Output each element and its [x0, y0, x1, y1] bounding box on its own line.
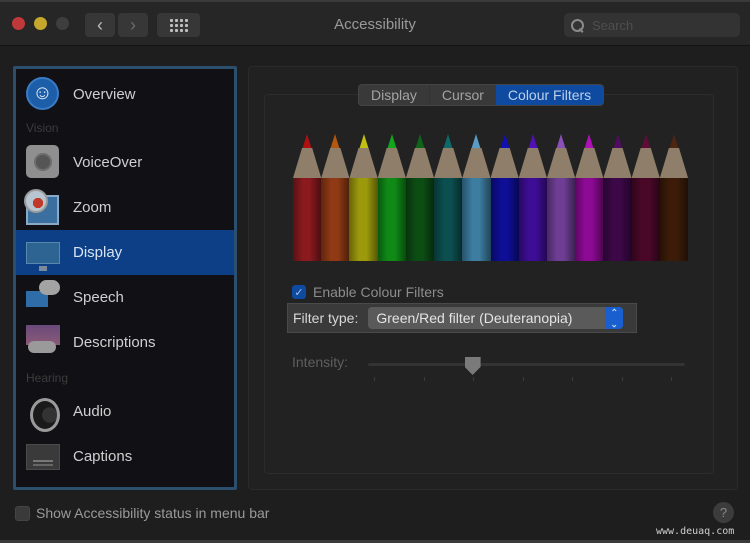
enable-colour-filters-label: Enable Colour Filters: [313, 284, 444, 300]
sidebar[interactable]: ☺ Overview Vision VoiceOver Zoom Display…: [13, 66, 237, 490]
slider-tick: [473, 377, 474, 381]
sidebar-item-audio[interactable]: Audio: [16, 389, 234, 434]
sidebar-item-label: Zoom: [73, 199, 112, 216]
tab-bar: Display Cursor Colour Filters: [358, 84, 605, 106]
pencil: [546, 134, 576, 261]
display-monitor-icon: [26, 235, 61, 271]
show-status-label: Show Accessibility status in menu bar: [36, 505, 270, 521]
voiceover-icon: [26, 145, 61, 180]
search-icon: [571, 18, 584, 32]
filter-type-value: Green/Red filter (Deuteranopia): [376, 310, 573, 326]
pencil: [462, 134, 491, 261]
pencil: [575, 134, 604, 261]
tab-display[interactable]: Display: [359, 85, 429, 105]
pencil: [405, 134, 435, 261]
pencil: [321, 134, 350, 261]
sidebar-section-hearing: Hearing: [26, 371, 69, 385]
tab-cursor[interactable]: Cursor: [428, 85, 496, 105]
sidebar-item-label: Audio: [73, 403, 112, 420]
sidebar-item-voiceover[interactable]: VoiceOver: [16, 140, 234, 185]
sidebar-item-label: Overview: [73, 86, 136, 103]
enable-colour-filters-row[interactable]: ✓ Enable Colour Filters: [292, 284, 444, 300]
accessibility-person-icon: ☺: [26, 77, 61, 112]
up-down-chevron-icon: ⌃ ⌃: [605, 307, 624, 329]
sidebar-item-label: Descriptions: [73, 334, 156, 351]
sidebar-item-label: Captions: [73, 448, 133, 465]
show-status-checkbox[interactable]: [15, 505, 30, 521]
slider-tick: [671, 377, 672, 381]
search-field[interactable]: [564, 13, 740, 37]
descriptions-icon: [26, 325, 61, 360]
checkmark-icon: ✓: [294, 286, 304, 299]
enable-colour-filters-checkbox[interactable]: ✓: [292, 285, 306, 299]
sidebar-section-vision: Vision: [26, 121, 59, 135]
pencil: [434, 134, 463, 261]
sidebar-item-label: Speech: [73, 289, 124, 306]
pencil: [659, 134, 689, 261]
tab-colour-filters[interactable]: Colour Filters: [495, 85, 604, 105]
pencil: [349, 134, 378, 261]
slider-tick: [572, 377, 573, 381]
show-status-row[interactable]: Show Accessibility status in menu bar: [15, 505, 269, 521]
sidebar-item-zoom[interactable]: Zoom: [16, 185, 234, 230]
filter-type-label: Filter type:: [293, 310, 359, 326]
filter-type-select[interactable]: Green/Red filter (Deuteranopia) ⌃ ⌃: [368, 307, 624, 329]
sidebar-item-descriptions[interactable]: Descriptions: [16, 320, 234, 365]
pencil: [293, 134, 322, 261]
speaker-icon: [26, 394, 61, 432]
intensity-slider[interactable]: [368, 363, 685, 366]
question-mark-icon: ?: [719, 505, 728, 520]
sidebar-item-display[interactable]: Display: [16, 230, 234, 275]
sidebar-item-captions[interactable]: Captions: [16, 434, 234, 479]
title-bar: ‹ › Accessibility: [0, 0, 750, 46]
colour-pencils-preview: [293, 134, 689, 261]
speech-bubble-icon: [26, 280, 61, 315]
pencil: [603, 134, 632, 261]
pencil: [490, 134, 519, 261]
zoom-magnifier-icon: [24, 189, 61, 225]
sidebar-item-label: VoiceOver: [73, 154, 143, 171]
help-button[interactable]: ?: [713, 502, 734, 523]
slider-tick: [621, 377, 623, 381]
intensity-label: Intensity:: [292, 354, 349, 370]
captions-icon: [26, 439, 61, 474]
watermark: www.deuaq.com: [656, 526, 735, 537]
sidebar-item-overview[interactable]: ☺ Overview: [16, 72, 234, 117]
sidebar-item-speech[interactable]: Speech: [16, 275, 234, 320]
filter-type-row: Filter type: Green/Red filter (Deuterano…: [287, 303, 637, 333]
pencil: [518, 134, 547, 261]
slider-tick: [374, 377, 375, 381]
search-input[interactable]: [592, 17, 732, 33]
slider-tick: [522, 377, 524, 381]
pencil: [377, 134, 406, 261]
pencil: [631, 134, 660, 261]
slider-tick: [423, 377, 425, 381]
sidebar-item-label: Display: [73, 244, 123, 261]
